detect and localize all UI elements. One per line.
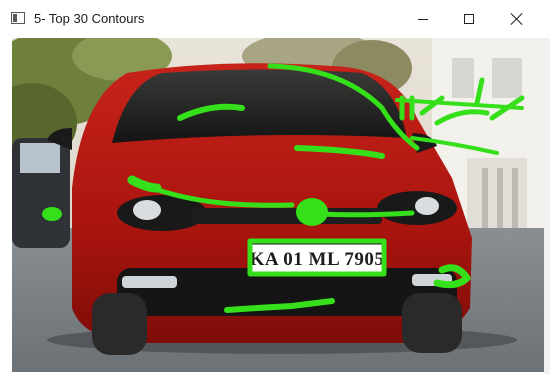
window-edge <box>544 38 550 374</box>
window-title: 5- Top 30 Contours <box>34 11 145 26</box>
license-plate-text: KA 01 ML 7905 <box>250 249 385 270</box>
maximize-icon <box>464 14 474 24</box>
title-bar[interactable]: 5- Top 30 Contours <box>0 0 550 38</box>
minimize-icon <box>418 18 428 20</box>
contour-image: KA 01 ML 7905 <box>12 38 544 372</box>
maximize-button[interactable] <box>446 0 492 38</box>
contour-left-spot <box>42 207 62 221</box>
close-button[interactable] <box>494 0 540 38</box>
image-canvas: KA 01 ML 7905 <box>12 38 544 372</box>
minimize-button[interactable] <box>400 0 446 38</box>
window-app-icon <box>11 12 25 24</box>
close-icon <box>511 13 523 25</box>
contour-grille-line <box>319 210 415 218</box>
opencv-image-window: 5- Top 30 Contours KA 01 ML 7905 <box>0 0 550 374</box>
parked-car <box>12 138 70 248</box>
